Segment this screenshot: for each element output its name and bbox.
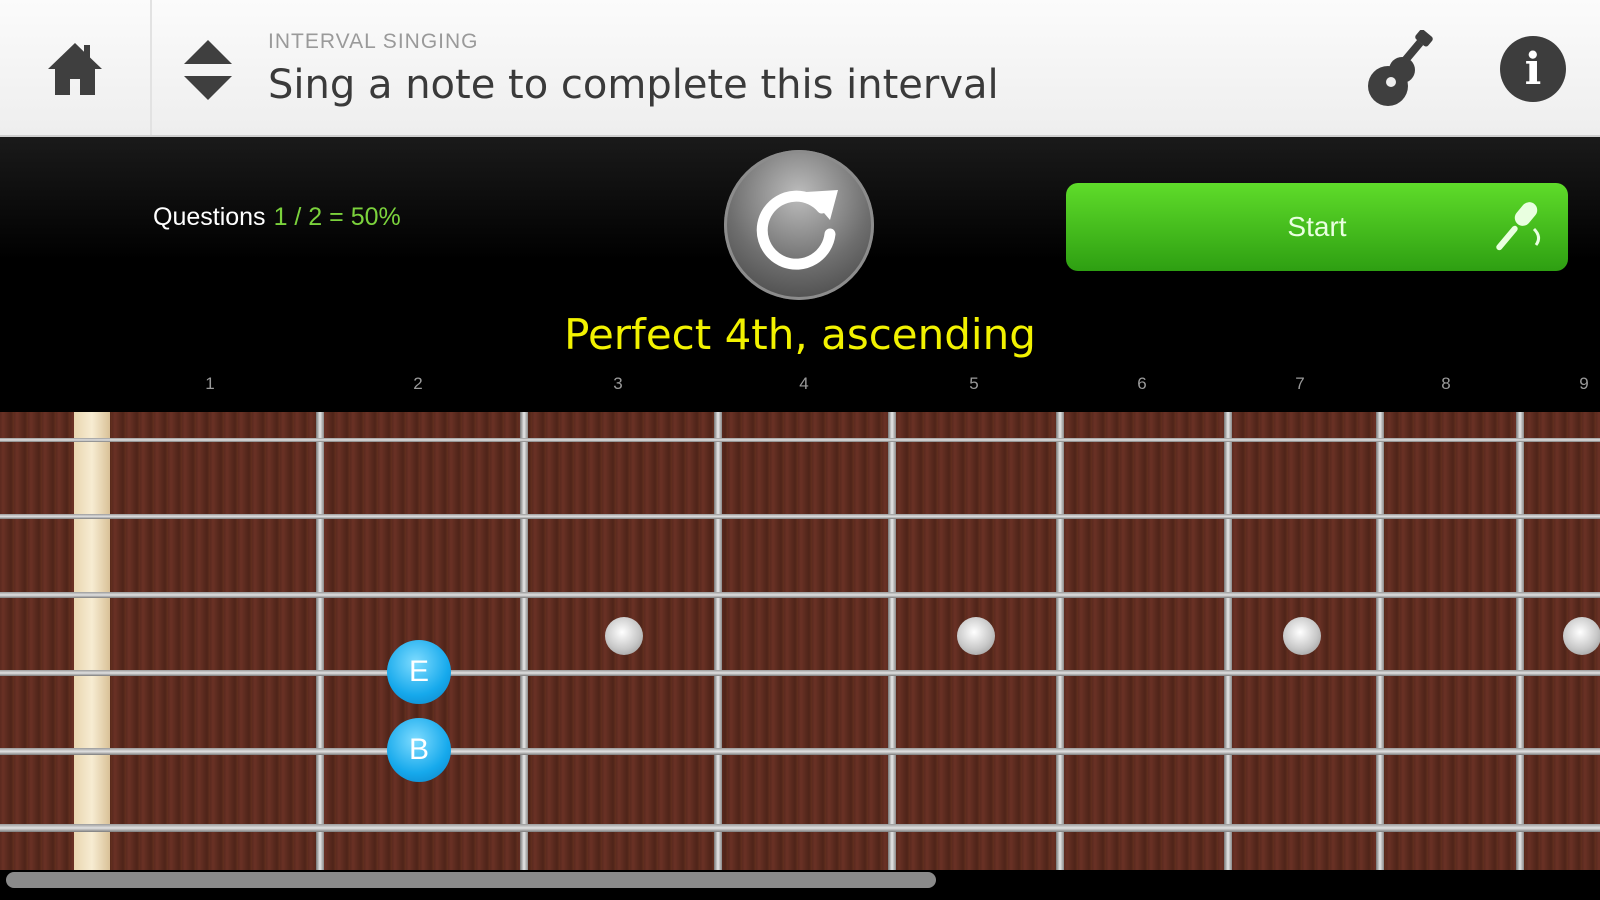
fret-wire	[520, 412, 528, 870]
guitar-string	[0, 514, 1600, 519]
fret-wire	[1516, 412, 1524, 870]
fret-inlay	[605, 617, 643, 655]
screen-subtitle: INTERVAL SINGING	[268, 30, 479, 53]
fret-number: 5	[969, 374, 979, 393]
interval-prompt: Perfect 4th, ascending	[564, 310, 1036, 359]
guitar-string	[0, 824, 1600, 832]
fret-wire	[714, 412, 722, 870]
guitar-button[interactable]	[1360, 29, 1442, 112]
home-icon	[48, 42, 102, 95]
fret-inlay	[1563, 617, 1600, 655]
fret-number: 6	[1137, 374, 1147, 393]
fret-number: 8	[1441, 374, 1451, 393]
info-icon: i	[1524, 43, 1542, 95]
note-marker[interactable]: E	[387, 640, 451, 704]
fret-number: 3	[613, 374, 623, 393]
guitar-icon	[1368, 29, 1433, 106]
screen-title: Sing a note to complete this interval	[268, 62, 999, 108]
fret-number: 4	[799, 374, 809, 393]
fret-number: 2	[413, 374, 423, 393]
guitar-string	[0, 748, 1600, 755]
start-button[interactable]: Start	[1066, 183, 1568, 271]
replay-button[interactable]	[724, 150, 874, 300]
horizontal-scrollbar[interactable]	[6, 872, 936, 888]
microphone-icon	[1496, 202, 1541, 251]
fret-inlay	[1283, 617, 1321, 655]
guitar-string	[0, 670, 1600, 676]
questions-counter: Questions 1 / 2 = 50%	[153, 203, 401, 232]
fret-wire	[1224, 412, 1232, 870]
fret-wire	[1376, 412, 1384, 870]
questions-score: 1 / 2 = 50%	[273, 203, 401, 231]
guitar-string	[0, 592, 1600, 598]
fret-numbers: 1 2 3 4 5 6 7 8 9	[0, 374, 1600, 400]
fret-number: 1	[205, 374, 215, 393]
fretboard-nut	[74, 412, 110, 870]
fret-wire	[316, 412, 324, 870]
questions-label: Questions	[153, 203, 266, 231]
note-marker[interactable]: B	[387, 718, 451, 782]
fretboard[interactable]	[0, 412, 1600, 870]
fret-number: 9	[1579, 374, 1589, 393]
up-down-button[interactable]	[180, 38, 236, 102]
replay-icon	[756, 190, 838, 270]
up-down-arrows-icon	[184, 40, 232, 100]
top-bar: INTERVAL SINGING Sing a note to complete…	[0, 0, 1600, 137]
home-button[interactable]	[0, 0, 152, 135]
fret-wire	[888, 412, 896, 870]
guitar-string	[0, 438, 1600, 442]
fret-inlay	[957, 617, 995, 655]
fret-number: 7	[1295, 374, 1305, 393]
info-button[interactable]: i	[1500, 36, 1566, 102]
fret-wire	[1056, 412, 1064, 870]
